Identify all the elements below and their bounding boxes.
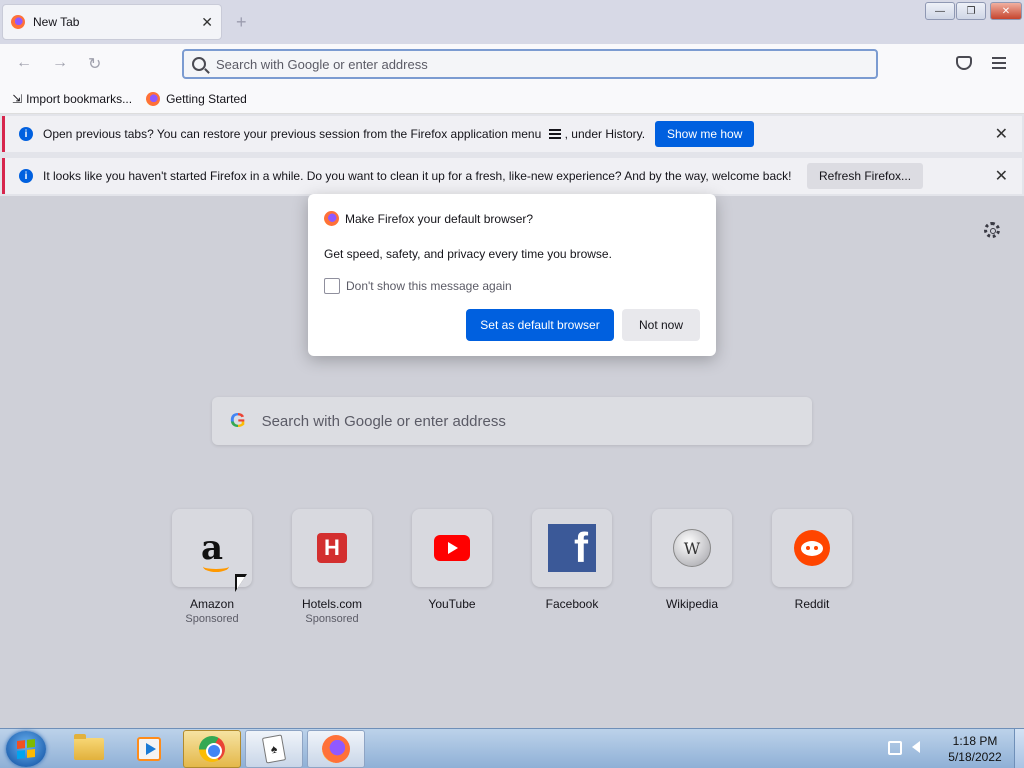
refresh-firefox-button[interactable]: Refresh Firefox... [807,163,924,189]
bookmark-import[interactable]: ⇲ Import bookmarks... [12,92,132,106]
top-site-reddit[interactable]: Reddit [772,509,852,611]
taskbar-media-player[interactable] [120,730,178,768]
taskbar-solitaire[interactable]: ♠ [245,730,303,768]
tile-label: Facebook [545,597,599,611]
search-placeholder: Search with Google or enter address [261,412,506,430]
tab-title: New Tab [33,15,80,29]
reddit-icon [794,530,830,566]
volume-icon[interactable] [912,741,926,755]
top-sites: a Amazon Sponsored H Hotels.com Sponsore… [172,509,862,639]
restore-session-notification: i Open previous tabs? You can restore yo… [2,116,1022,152]
notification-message: It looks like you haven't started Firefo… [43,169,792,183]
top-site-wikipedia[interactable]: W Wikipedia [652,509,732,611]
solitaire-icon: ♠ [261,734,287,764]
forward-icon[interactable]: → [52,54,68,72]
back-icon[interactable]: ← [16,54,32,72]
bookmark-label: Getting Started [166,91,247,106]
top-site-hotels[interactable]: H Hotels.com Sponsored [292,509,372,625]
dont-show-again-checkbox[interactable]: Don't show this message again [324,278,512,294]
close-icon[interactable]: ✕ [995,124,1008,144]
not-now-button[interactable]: Not now [622,309,700,341]
pocket-icon[interactable] [956,56,972,70]
info-icon: i [19,127,33,141]
default-browser-dialog: Make Firefox your default browser? Get s… [308,194,716,356]
bookmark-getting-started[interactable]: Getting Started [146,91,247,106]
start-button[interactable] [6,731,46,767]
chrome-icon [199,736,225,762]
tile-label: Hotels.com [301,597,363,611]
google-icon: G [230,409,246,432]
explorer-icon [74,734,104,760]
network-icon[interactable] [888,741,902,755]
sponsored-label: Sponsored [305,613,359,625]
menu-glyph-icon [548,128,561,141]
taskbar: ♠ 1:18 PM 5/18/2022 [0,728,1024,768]
system-tray [888,741,926,755]
address-bar-placeholder: Search with Google or enter address [216,56,428,72]
tab-new-tab[interactable]: New Tab ✕ [2,4,222,40]
dialog-body: Get speed, safety, and privacy every tim… [324,247,612,261]
search-icon [192,57,206,71]
facebook-icon: f [548,524,596,572]
firefox-icon [322,735,350,763]
tile-label: Reddit [794,597,830,611]
tab-strip: New Tab ✕ + — ❐ ✕ [0,0,1024,44]
bookmarks-toolbar: ⇲ Import bookmarks... Getting Started [0,84,1024,114]
notification-message: Open previous tabs? You can restore your… [43,127,645,141]
dialog-header: Make Firefox your default browser? [324,211,533,226]
navigation-toolbar: ← → ↻ Search with Google or enter addres… [0,44,1024,84]
tile-label: YouTube [428,597,476,611]
top-site-facebook[interactable]: f Facebook [532,509,612,611]
amazon-icon: a [200,528,230,572]
reload-icon[interactable]: ↻ [88,54,101,74]
show-desktop-button[interactable] [1014,729,1024,768]
notification-text-end: , under History. [564,127,646,141]
address-bar[interactable]: Search with Google or enter address [182,49,878,79]
info-icon: i [19,169,33,183]
new-tab-button[interactable]: + [236,12,247,33]
clock[interactable]: 1:18 PM 5/18/2022 [942,733,1008,765]
taskbar-chrome[interactable] [183,730,241,768]
firefox-icon [146,91,161,106]
hotels-icon: H [317,533,347,563]
minimize-button[interactable]: — [925,2,955,20]
dialog-title: Make Firefox your default browser? [345,211,534,226]
close-tab-icon[interactable]: ✕ [201,14,213,31]
close-icon[interactable]: ✕ [995,166,1008,186]
notification-text: Open previous tabs? You can restore your… [43,127,542,141]
tile-label: Amazon [189,597,235,611]
gear-icon[interactable] [984,222,1000,238]
taskbar-firefox[interactable] [307,730,365,768]
clock-time: 1:18 PM [952,734,998,748]
top-site-amazon[interactable]: a Amazon Sponsored [172,509,252,625]
firefox-icon [11,15,25,29]
bookmark-label: Import bookmarks... [26,91,133,106]
restore-button[interactable]: ❐ [956,2,986,20]
youtube-icon [434,535,470,561]
wikipedia-icon: W [673,529,711,567]
media-player-icon [137,737,161,761]
firefox-icon [324,211,339,226]
newtab-search-box[interactable]: G Search with Google or enter address [212,397,812,445]
hamburger-menu-icon[interactable] [992,57,1006,72]
top-site-youtube[interactable]: YouTube [412,509,492,611]
import-icon: ⇲ [12,91,23,106]
windows-logo-icon [17,739,35,759]
close-window-button[interactable]: ✕ [990,2,1022,20]
set-default-browser-button[interactable]: Set as default browser [466,309,614,341]
refresh-firefox-notification: i It looks like you haven't started Fire… [2,158,1022,194]
sponsored-label: Sponsored [185,613,239,625]
checkbox[interactable] [324,278,340,294]
tile-label: Wikipedia [665,597,719,611]
clock-date: 5/18/2022 [948,750,1002,764]
show-me-how-button[interactable]: Show me how [655,121,755,147]
taskbar-explorer[interactable] [60,730,118,768]
checkbox-label[interactable]: Don't show this message again [346,279,512,293]
